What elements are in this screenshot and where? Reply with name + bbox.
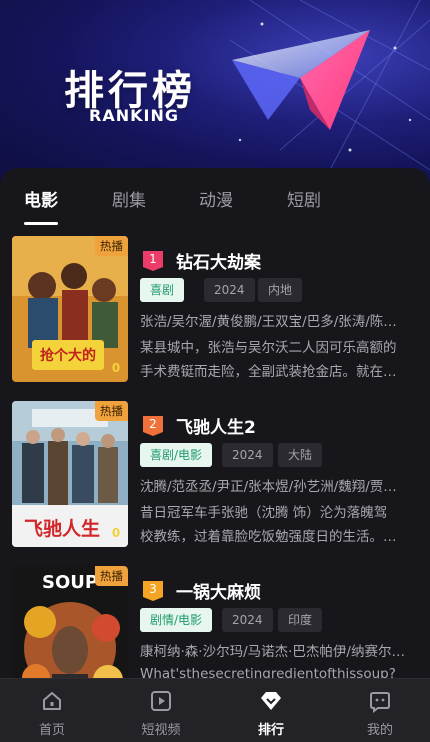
year-tag: 2024: [222, 608, 273, 632]
poster-score: 0: [112, 361, 120, 375]
movie-title[interactable]: 飞驰人生2: [176, 413, 256, 438]
cast-text: 沈腾/范丞丞/尹正/张本煜/孙艺洲/魏翔/贾…: [140, 479, 397, 495]
ranking-banner: 排行榜 RANKING: [0, 0, 430, 190]
nav-home[interactable]: 首页: [12, 679, 92, 742]
nav-profile[interactable]: 我的: [340, 679, 420, 742]
profile-icon: [370, 692, 390, 713]
home-icon: [43, 692, 61, 710]
rank-number: 1: [149, 252, 157, 266]
rank-number: 2: [149, 417, 157, 431]
nav-short-video[interactable]: 短视频: [121, 679, 201, 742]
cast-text: 康柯纳·森·沙尔玛/马诺杰·巴杰帕伊/纳赛尔…: [140, 644, 405, 660]
tab-short-drama[interactable]: 短剧: [287, 186, 321, 211]
nav-ranking-label: 排行: [257, 723, 284, 738]
ranking-item[interactable]: 飞驰人生 0 热播 2 飞驰人生2 喜剧/电影 2024 大陆 沈腾/范丞丞/尹…: [12, 401, 422, 549]
rank-number: 3: [149, 582, 157, 596]
rank-badge: 1: [142, 250, 164, 272]
region-tag: 内地: [258, 278, 303, 302]
svg-text:抢个大的: 抢个大的: [40, 347, 96, 364]
cast-text: 张浩/吴尔渥/黄俊鹏/王双宝/巴多/张涛/陈…: [140, 314, 397, 330]
ranking-panel: 电影 剧集 动漫 短剧 抢个大的 0 热播 1 钻石大劫案 喜剧 2024 内地…: [0, 168, 430, 742]
hot-badge: 热播: [95, 566, 128, 586]
nav-profile-label: 我的: [366, 723, 393, 738]
region-tag: 印度: [278, 608, 323, 632]
year-tag: 2024: [204, 278, 255, 302]
synopsis-line-2: 校教练，过着靠脸吃饭勉强度日的生活。…: [140, 529, 397, 545]
genre-tag: 剧情/电影: [140, 608, 213, 632]
synopsis-line-1: 昔日冠军车手张驰（沈腾 饰）沦为落魄驾: [140, 505, 388, 521]
year-tag: 2024: [222, 443, 273, 467]
tab-movie[interactable]: 电影: [24, 186, 58, 211]
tab-anime[interactable]: 动漫: [199, 186, 233, 211]
nav-ranking[interactable]: 排行: [231, 679, 311, 742]
hot-badge: 热播: [95, 236, 128, 256]
movie-poster[interactable]: 抢个大的 0 热播: [12, 236, 128, 382]
region-tag: 大陆: [278, 443, 323, 467]
svg-text:飞驰人生: 飞驰人生: [24, 517, 100, 540]
synopsis-line-1: 某县城中，张浩与吴尔沃二人因可乐高额的: [140, 340, 397, 356]
synopsis-line-2: 手术费铤而走险，全副武装抢金店。就在…: [140, 364, 397, 380]
movie-title[interactable]: 一锅大麻烦: [176, 578, 261, 603]
nav-short-video-label: 短视频: [141, 723, 181, 738]
poster-score: 0: [112, 526, 120, 540]
category-tabs: 电影 剧集 动漫 短剧: [0, 168, 430, 226]
tab-series[interactable]: 剧集: [112, 186, 146, 211]
ranking-item[interactable]: 抢个大的 0 热播 1 钻石大劫案 喜剧 2024 内地 张浩/吴尔渥/黄俊鹏/…: [12, 236, 422, 384]
hot-badge: 热播: [95, 401, 128, 421]
genre-tag: 喜剧/电影: [140, 443, 213, 467]
bottom-navigation: 首页 短视频 排行 我的: [0, 678, 430, 742]
play-icon: [151, 691, 171, 711]
rank-badge: 3: [142, 580, 164, 602]
movie-title[interactable]: 钻石大劫案: [176, 248, 261, 273]
page-subtitle: RANKING: [89, 106, 179, 125]
genre-tag: 喜剧: [140, 278, 185, 302]
poster-title: SOUP: [42, 572, 98, 593]
movie-poster[interactable]: 飞驰人生 0 热播: [12, 401, 128, 547]
active-tab-indicator: [24, 222, 58, 225]
nav-home-label: 首页: [38, 723, 65, 738]
ranking-icon: [261, 692, 281, 710]
rank-badge: 2: [142, 415, 164, 437]
